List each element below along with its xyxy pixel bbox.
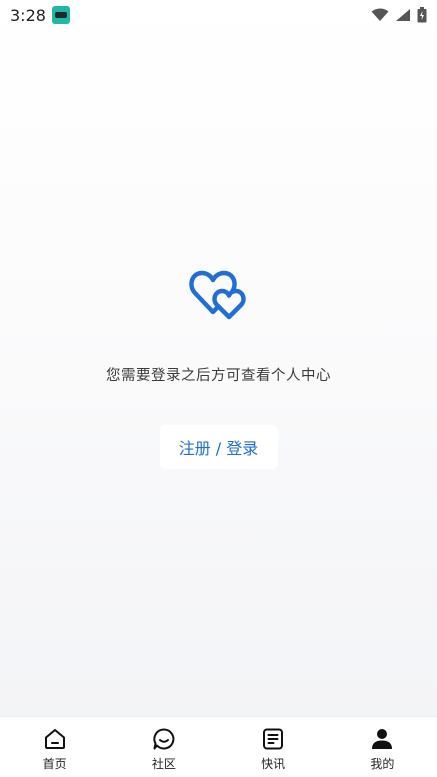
login-required-message: 您需要登录之后方可查看个人中心 [106, 368, 331, 384]
tab-home[interactable]: 首页 [0, 717, 109, 777]
tab-label-mine: 我的 [370, 757, 395, 771]
tab-label-community: 社区 [151, 757, 176, 771]
wifi-icon [371, 8, 389, 21]
tab-label-home: 首页 [42, 757, 67, 771]
status-time: 3:28 [10, 5, 46, 25]
chat-bubble-icon [153, 728, 175, 750]
tab-community[interactable]: 社区 [109, 717, 218, 777]
tab-mine[interactable]: 我的 [328, 717, 437, 777]
status-icons [371, 7, 427, 23]
news-list-icon [263, 728, 284, 750]
signal-icon [396, 9, 410, 21]
login-prompt: 您需要登录之后方可查看个人中心 注册 / 登录 [0, 268, 437, 469]
person-icon [372, 729, 393, 749]
app-notification-icon [51, 6, 70, 24]
bottom-tab-bar: 首页 社区 快讯 我的 [0, 716, 437, 777]
tab-label-news: 快讯 [261, 757, 286, 771]
register-login-button[interactable]: 注册 / 登录 [159, 425, 278, 469]
battery-icon [417, 7, 427, 23]
tab-news[interactable]: 快讯 [219, 717, 328, 777]
home-icon [44, 729, 65, 749]
double-heart-icon [188, 270, 246, 320]
status-bar: 3:28 [0, 0, 437, 30]
